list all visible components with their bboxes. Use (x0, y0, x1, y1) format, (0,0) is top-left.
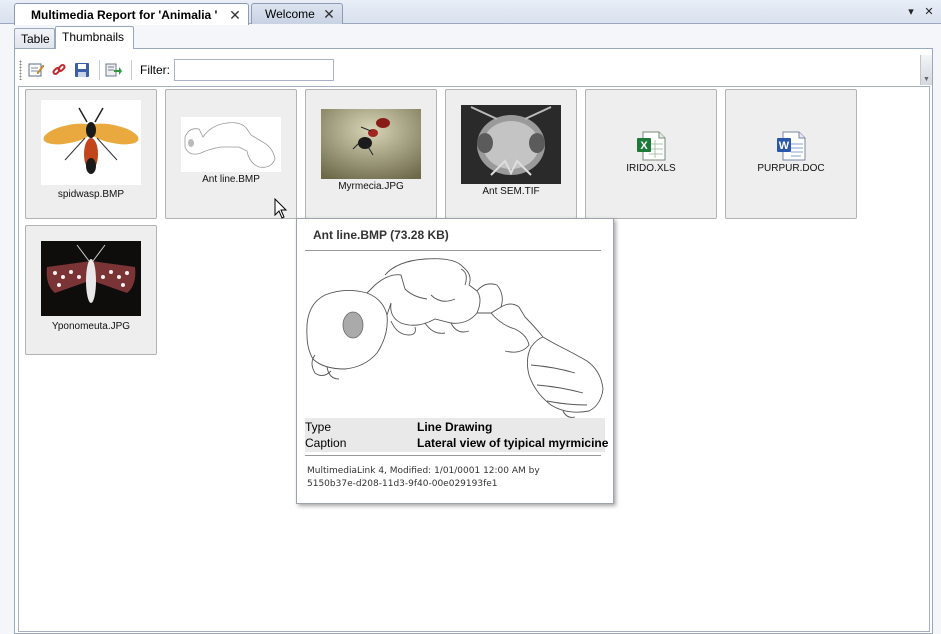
thumbnail-image (461, 105, 561, 184)
filter-input[interactable] (174, 59, 334, 81)
type-value: Line Drawing (417, 420, 493, 434)
close-icon[interactable]: ✕ (923, 5, 935, 19)
tooltip-title: Ant line.BMP (73.28 KB) (313, 228, 449, 242)
tab-strip-controls: ▾ ✕ (905, 5, 935, 19)
close-icon[interactable]: ✕ (322, 7, 336, 21)
tooltip-footer-line: MultimediaLink 4, Modified: 1/01/0001 12… (307, 466, 540, 476)
toolbar-grip[interactable] (19, 60, 22, 80)
thumbnail-caption: spidwasp.BMP (57, 189, 125, 200)
tooltip-footer: MultimediaLink 4, Modified: 1/01/0001 12… (307, 465, 540, 491)
thumbnail-image (181, 117, 281, 172)
edit-icon[interactable] (26, 60, 46, 80)
thumbnail-item[interactable]: X IRIDO.XLS (585, 89, 717, 219)
svg-text:W: W (779, 140, 790, 152)
thumbnail-caption: PURPUR.DOC (757, 163, 825, 174)
tab-welcome[interactable]: Welcome ✕ (251, 3, 343, 24)
thumbnail-item[interactable]: spidwasp.BMP (25, 89, 157, 219)
thumbnail-image (41, 241, 141, 316)
caption-value: Lateral view of tyipical myrmicine (417, 436, 609, 450)
toolbar-separator (131, 60, 132, 80)
svg-text:X: X (640, 140, 648, 152)
thumbnail-item[interactable]: Yponomeuta.JPG (25, 225, 157, 355)
thumbnail-caption: Myrmecia.JPG (338, 181, 404, 192)
thumbnail-tooltip: Ant line.BMP (73.28 KB) Type Line Drawin… (296, 218, 614, 504)
link-icon[interactable] (49, 60, 69, 80)
thumbnail-item[interactable]: Myrmecia.JPG (305, 89, 437, 219)
excel-file-icon: X (637, 131, 666, 161)
dropdown-icon[interactable]: ▾ (905, 5, 917, 19)
mouse-cursor-icon (274, 198, 288, 219)
word-file-icon: W (777, 131, 806, 161)
toolbar-overflow-button[interactable]: ▼ (920, 55, 932, 85)
thumbnail-caption: Ant line.BMP (202, 174, 260, 185)
export-icon[interactable] (104, 60, 124, 80)
thumbnail-item[interactable]: Ant SEM.TIF (445, 89, 577, 219)
thumbnail-image (41, 100, 141, 185)
thumbnail-caption: Yponomeuta.JPG (51, 321, 131, 332)
tab-label: Multimedia Report for 'Animalia ' (31, 7, 218, 22)
document-tab-strip: Multimedia Report for 'Animalia ' ✕ Welc… (0, 0, 941, 25)
tooltip-preview-image (305, 255, 605, 418)
close-icon[interactable]: ✕ (228, 8, 242, 22)
tab-label: Welcome (265, 7, 315, 21)
tab-thumbnails[interactable]: Thumbnails (55, 26, 134, 49)
tab-multimedia-report[interactable]: Multimedia Report for 'Animalia ' ✕ (14, 3, 249, 25)
caption-label: Caption (305, 436, 347, 450)
type-label: Type (305, 420, 332, 434)
tooltip-divider (305, 250, 601, 251)
tab-table[interactable]: Table (14, 28, 55, 49)
thumbnail-image (321, 109, 421, 179)
thumbnail-item[interactable]: W PURPUR.DOC (725, 89, 857, 219)
toolbar-separator (99, 60, 100, 80)
thumbnail-caption: Ant SEM.TIF (482, 186, 540, 197)
toolbar: Filter: ▼ (19, 55, 932, 85)
filter-label: Filter: (140, 63, 170, 77)
thumbnail-caption: IRIDO.XLS (626, 163, 676, 174)
save-icon[interactable] (72, 60, 92, 80)
tooltip-divider (305, 455, 601, 456)
tooltip-footer-line: 5150b37e-d208-11d3-9f40-00e029193fe1 (307, 479, 498, 489)
